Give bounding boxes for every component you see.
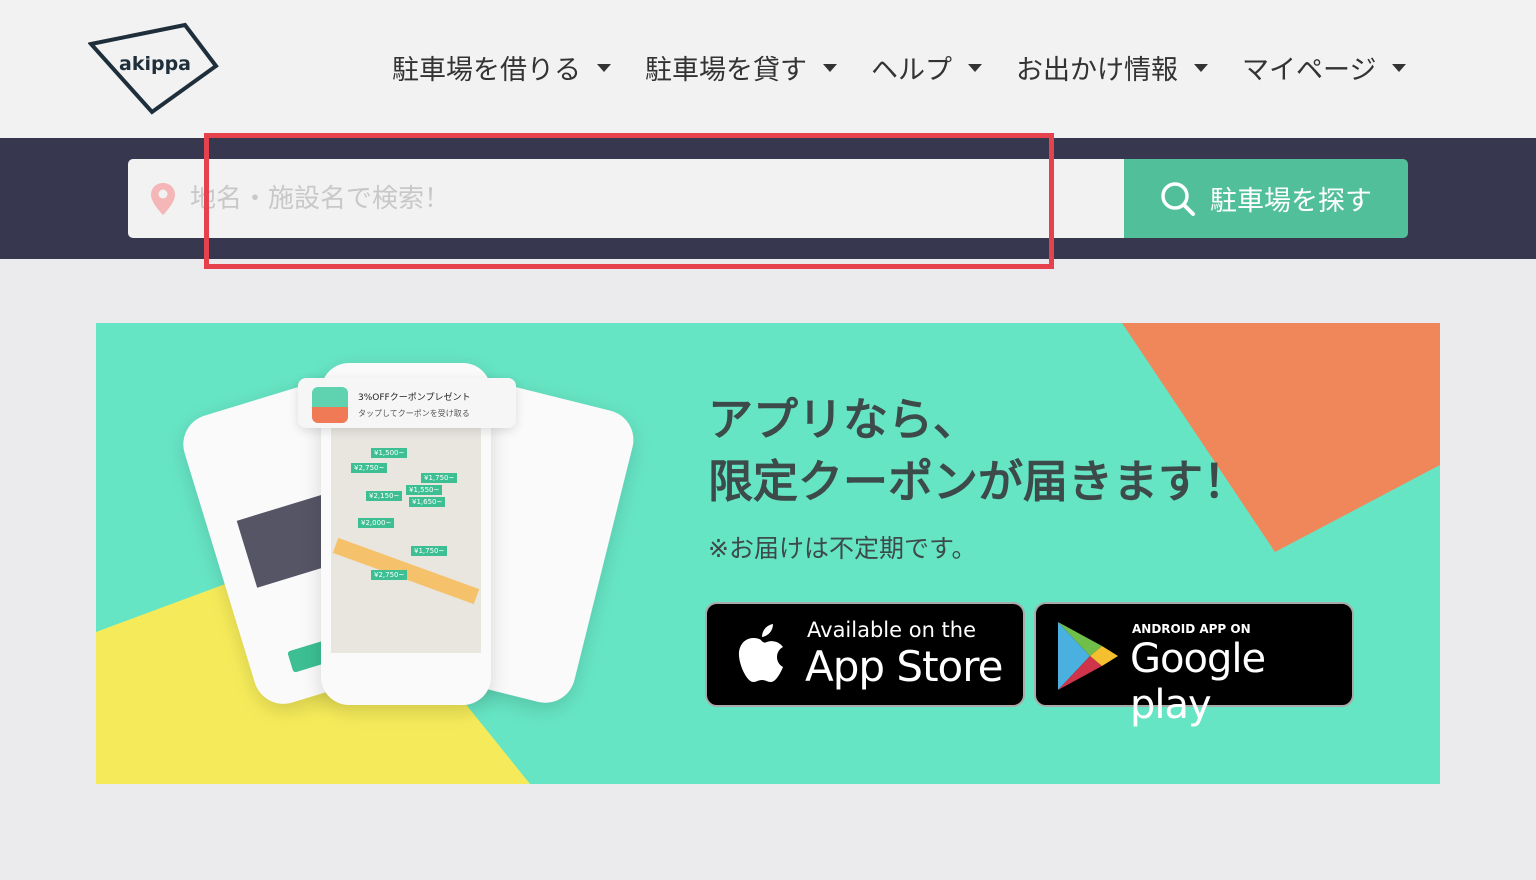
price-tag: ¥2,750~ xyxy=(371,570,408,580)
price-tag: ¥2,750~ xyxy=(351,463,388,473)
google-play-icon xyxy=(1058,622,1118,690)
app-store-button[interactable]: Available on the App Store xyxy=(705,602,1025,707)
banner-note: ※お届けは不定期です。 xyxy=(708,534,977,563)
price-tag: ¥1,500~ xyxy=(371,448,408,458)
google-play-small: ANDROID APP ON xyxy=(1132,622,1251,636)
notification-body: タップしてクーポンを受け取る xyxy=(358,409,470,418)
akippa-app-icon xyxy=(312,387,348,423)
nav-help[interactable]: ヘルプ xyxy=(871,48,982,87)
search-icon xyxy=(1161,181,1195,216)
map-pin-icon xyxy=(151,182,175,215)
price-tag: ¥1,750~ xyxy=(421,473,458,483)
search-input[interactable] xyxy=(190,183,1090,214)
caret-down-icon xyxy=(597,63,611,72)
app-store-large: App Store xyxy=(805,642,1003,691)
nav-label: 駐車場を借りる xyxy=(392,55,581,86)
caret-down-icon xyxy=(1194,63,1208,72)
nav-label: 駐車場を貸す xyxy=(645,55,807,86)
google-play-button[interactable]: ANDROID APP ON Google play xyxy=(1034,602,1354,728)
price-tag: ¥1,650~ xyxy=(409,497,446,507)
price-tag: ¥1,750~ xyxy=(411,546,448,556)
nav-label: マイページ xyxy=(1242,55,1377,86)
svg-text:akippa: akippa xyxy=(119,53,191,75)
nav-rent[interactable]: 駐車場を借りる xyxy=(392,48,611,87)
notification-card: 3%OFFクーポンプレゼント タップしてクーポンを受け取る xyxy=(298,378,516,428)
caret-down-icon xyxy=(968,63,982,72)
app-store-small: Available on the xyxy=(807,618,977,642)
price-tag: ¥2,000~ xyxy=(358,518,395,528)
caret-down-icon xyxy=(823,63,837,72)
app-banner[interactable]: ¥1,500~ ¥2,750~ ¥1,750~ ¥1,550~ ¥2,150~ … xyxy=(96,323,1440,784)
caret-down-icon xyxy=(1392,63,1407,72)
apple-icon xyxy=(738,624,783,682)
price-tag: ¥2,150~ xyxy=(366,491,403,501)
search-button[interactable]: 駐車場を探す xyxy=(1124,159,1408,238)
search-button-label: 駐車場を探す xyxy=(1210,186,1372,217)
header: akippa 駐車場を借りる 駐車場を貸す ヘルプ お出かけ情報 マイページ xyxy=(0,0,1536,138)
banner-headline: アプリなら、 限定クーポンが届きます！ xyxy=(708,393,1249,508)
nav-lend[interactable]: 駐車場を貸す xyxy=(645,48,837,87)
akippa-logo[interactable]: akippa xyxy=(88,22,222,116)
nav-label: お出かけ情報 xyxy=(1016,55,1178,86)
main-nav: 駐車場を借りる 駐車場を貸す ヘルプ お出かけ情報 マイページ xyxy=(392,48,1440,87)
price-tag: ¥1,550~ xyxy=(406,485,443,495)
google-play-large: Google play xyxy=(1130,636,1266,728)
notification-title: 3%OFFクーポンプレゼント xyxy=(358,393,471,403)
search-field[interactable] xyxy=(128,159,1124,238)
nav-mypage[interactable]: マイページ xyxy=(1242,48,1407,87)
nav-label: ヘルプ xyxy=(871,55,952,86)
nav-outing[interactable]: お出かけ情報 xyxy=(1016,48,1208,87)
